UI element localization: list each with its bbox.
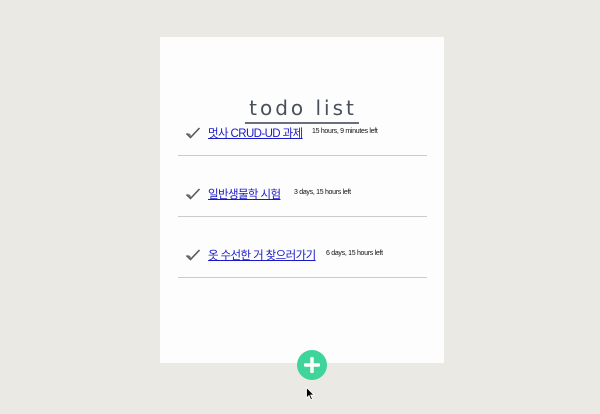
todo-link[interactable]: 멋사 CRUD-UD 과제 (208, 125, 303, 141)
checkmark-icon[interactable] (185, 187, 201, 201)
todo-item: 옷 수선한 거 찾으러가기 6 days, 15 hours left (178, 236, 427, 278)
add-todo-button[interactable] (297, 350, 327, 380)
mouse-pointer-icon (306, 386, 315, 401)
todo-card: todo list 멋사 CRUD-UD 과제 15 hours, 9 minu… (160, 37, 444, 363)
todo-link[interactable]: 옷 수선한 거 찾으러가기 (208, 247, 316, 263)
todo-item: 멋사 CRUD-UD 과제 15 hours, 9 minutes left (178, 114, 427, 156)
time-left: 6 days, 15 hours left (326, 250, 383, 257)
time-left: 3 days, 15 hours left (294, 189, 351, 196)
plus-icon (304, 357, 320, 373)
checkmark-icon[interactable] (185, 126, 201, 140)
todo-link[interactable]: 일반생물학 시험 (208, 186, 281, 202)
checkmark-icon[interactable] (185, 248, 201, 262)
time-left: 15 hours, 9 minutes left (312, 128, 378, 135)
todo-item: 일반생물학 시험 3 days, 15 hours left (178, 175, 427, 217)
